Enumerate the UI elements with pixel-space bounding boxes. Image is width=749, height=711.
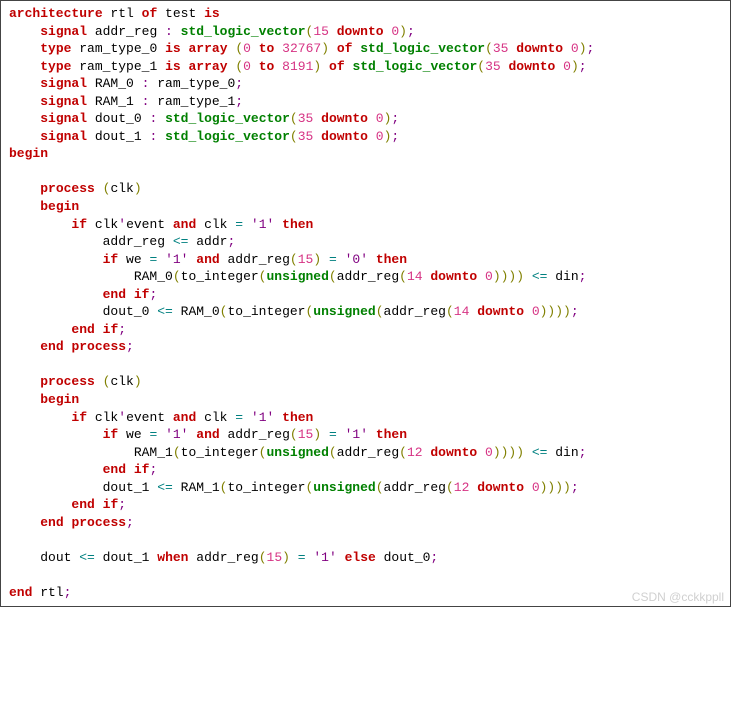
- code-line: if we = '1' and addr_reg(15) = '1' then: [9, 426, 722, 444]
- code-line: begin: [9, 145, 722, 163]
- code-line: [9, 531, 722, 549]
- code-line: RAM_0(to_integer(unsigned(addr_reg(14 do…: [9, 268, 722, 286]
- code-line: process (clk): [9, 373, 722, 391]
- code-line: process (clk): [9, 180, 722, 198]
- code-line: end rtl;: [9, 584, 722, 602]
- code-block: architecture rtl of test is signal addr_…: [0, 0, 731, 607]
- code-line: if we = '1' and addr_reg(15) = '0' then: [9, 251, 722, 269]
- code-line: end if;: [9, 461, 722, 479]
- code-line: type ram_type_1 is array (0 to 8191) of …: [9, 58, 722, 76]
- code-line: signal dout_0 : std_logic_vector(35 down…: [9, 110, 722, 128]
- code-line: end if;: [9, 496, 722, 514]
- code-line: [9, 163, 722, 181]
- code-line: [9, 356, 722, 374]
- code-line: architecture rtl of test is: [9, 5, 722, 23]
- code-line: addr_reg <= addr;: [9, 233, 722, 251]
- code-line: end process;: [9, 338, 722, 356]
- code-line: dout_1 <= RAM_1(to_integer(unsigned(addr…: [9, 479, 722, 497]
- code-line: begin: [9, 198, 722, 216]
- watermark: CSDN @cckkppll: [632, 590, 724, 604]
- code-line: signal RAM_0 : ram_type_0;: [9, 75, 722, 93]
- code-line: signal addr_reg : std_logic_vector(15 do…: [9, 23, 722, 41]
- code-line: begin: [9, 391, 722, 409]
- code-line: end process;: [9, 514, 722, 532]
- code-line: end if;: [9, 321, 722, 339]
- code-line: signal dout_1 : std_logic_vector(35 down…: [9, 128, 722, 146]
- code-line: if clk'event and clk = '1' then: [9, 409, 722, 427]
- code-line: dout_0 <= RAM_0(to_integer(unsigned(addr…: [9, 303, 722, 321]
- code-line: signal RAM_1 : ram_type_1;: [9, 93, 722, 111]
- code-line: [9, 567, 722, 585]
- code-line: dout <= dout_1 when addr_reg(15) = '1' e…: [9, 549, 722, 567]
- code-line: if clk'event and clk = '1' then: [9, 216, 722, 234]
- code-line: end if;: [9, 286, 722, 304]
- code-line: RAM_1(to_integer(unsigned(addr_reg(12 do…: [9, 444, 722, 462]
- code-line: type ram_type_0 is array (0 to 32767) of…: [9, 40, 722, 58]
